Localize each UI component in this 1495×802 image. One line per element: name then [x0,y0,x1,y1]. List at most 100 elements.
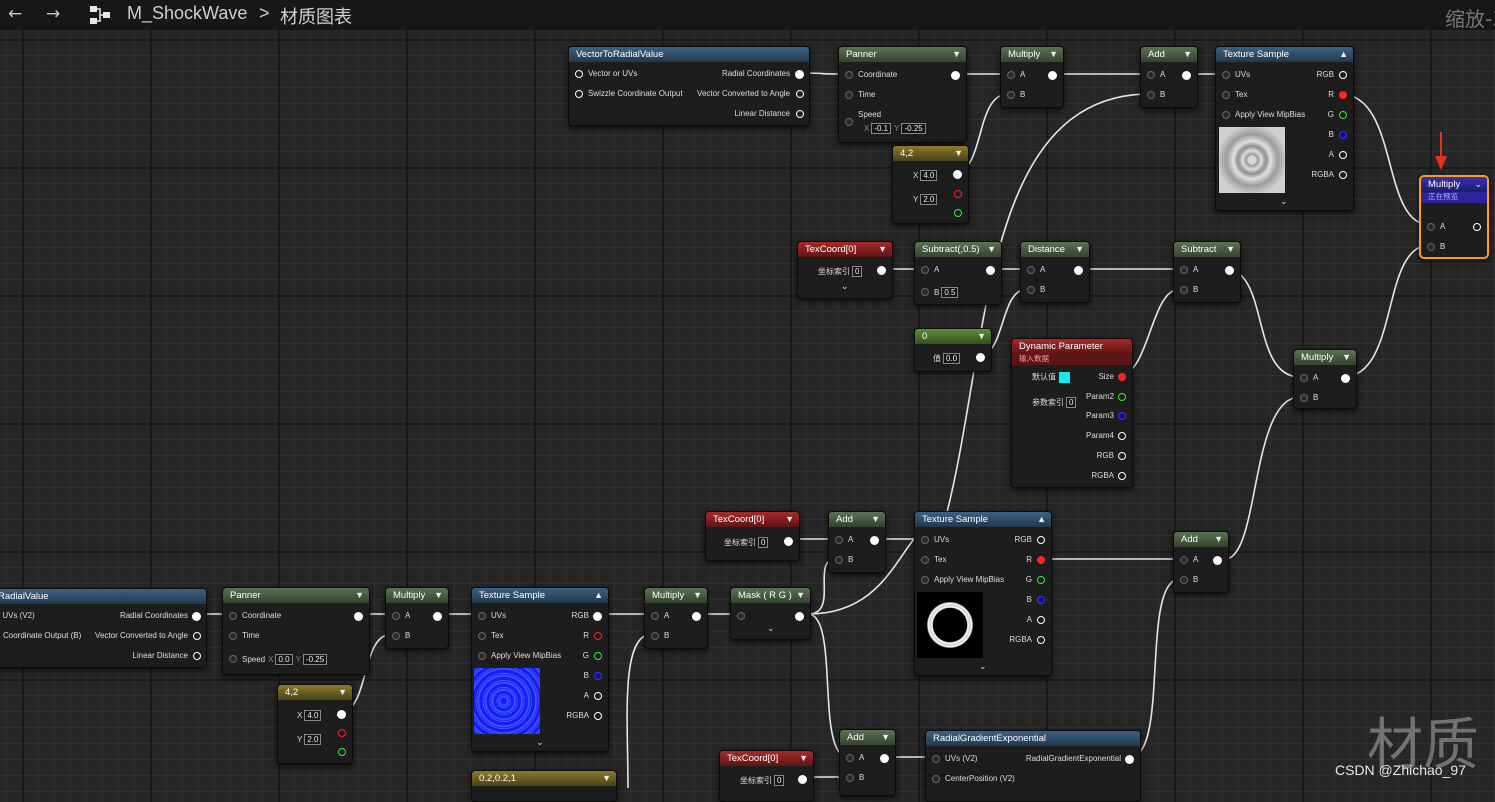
chevron-down-icon[interactable]: ▼ [954,146,963,161]
input-pin-a[interactable] [1027,266,1035,274]
node-texcoord-low[interactable]: TexCoord[0] ▼ 坐标索引 0 [705,511,800,561]
input-pin[interactable] [921,536,929,544]
node-add-low[interactable]: Add ▼ A B [828,511,886,573]
input-pin[interactable] [478,632,486,640]
output-pin[interactable] [784,537,793,546]
output-pin-g[interactable] [338,748,346,756]
input-pin-a[interactable] [1147,71,1155,79]
output-pin[interactable] [192,612,201,621]
input-pin[interactable] [932,775,940,783]
y-field[interactable]: 2.0 [920,194,938,205]
output-pin[interactable] [796,90,804,98]
value-field[interactable]: 0.0 [943,353,961,364]
output-pin[interactable] [193,652,201,660]
breadcrumb-graph[interactable]: 材质图表 [280,3,352,29]
color-swatch[interactable] [1059,372,1070,383]
output-pin[interactable] [1048,71,1057,80]
index-field[interactable]: 0 [758,537,769,548]
input-pin[interactable] [845,91,853,99]
chevron-down-icon[interactable]: ▼ [1183,47,1192,62]
output-pin[interactable] [953,170,962,179]
index-field[interactable]: 0 [774,775,785,786]
output-pin-r[interactable] [338,729,346,737]
output-pin[interactable] [1037,576,1045,584]
chevron-down-icon[interactable]: ▼ [1049,47,1058,62]
input-pin[interactable] [478,612,486,620]
input-pin-b[interactable] [392,632,400,640]
node-panner-top[interactable]: Panner ▼ Coordinate Time Speed X -0.1 Y -0.2… [838,46,967,143]
x-field[interactable]: 4.0 [920,170,938,181]
output-pin[interactable] [193,632,201,640]
chevron-up-icon[interactable]: ▲ [1339,47,1348,62]
node-panner-low[interactable]: Panner ▼ Coordinate Time Speed X 0.0 Y -0.25 [222,587,370,675]
forward-arrow-icon[interactable]: → [46,4,60,24]
output-pin[interactable] [1118,432,1126,440]
input-pin-a[interactable] [1180,266,1188,274]
output-pin-g[interactable] [954,209,962,217]
output-pin[interactable] [1339,91,1347,99]
input-pin[interactable] [229,655,237,663]
input-pin-a[interactable] [1427,223,1435,231]
output-pin[interactable] [594,712,602,720]
output-pin[interactable] [795,70,804,79]
input-pin[interactable] [921,576,929,584]
input-pin-b[interactable] [835,556,843,564]
output-pin[interactable] [798,775,807,784]
output-pin[interactable] [1118,393,1126,401]
node-texture-sample-low[interactable]: Texture Sample ▲ UVs Tex Apply View MipBi… [471,587,609,752]
back-arrow-icon[interactable]: ← [8,4,22,24]
node-multiply-low[interactable]: Multiply ▼ A B [385,587,449,649]
output-pin[interactable] [1037,556,1045,564]
input-pin-a[interactable] [651,612,659,620]
output-pin[interactable] [1341,374,1350,383]
input-pin-b[interactable] [1427,243,1435,251]
x-field[interactable]: 4.0 [304,710,322,721]
input-pin[interactable] [1222,111,1230,119]
input-pin-b[interactable] [1007,91,1015,99]
output-pin[interactable] [976,353,985,362]
output-pin[interactable] [1213,556,1222,565]
node-multiply-top[interactable]: Multiply ▼ A B [1000,46,1064,108]
input-pin-b[interactable] [1027,286,1035,294]
output-pin[interactable] [1074,266,1083,275]
output-pin[interactable] [1182,71,1191,80]
chevron-down-icon[interactable]: ⌄ [767,624,775,634]
breadcrumb-asset[interactable]: M_ShockWave [127,3,247,24]
node-constant-4-2-low[interactable]: 4,2 ▼ X 4.0 Y 2.0 [277,684,353,764]
output-pin[interactable] [594,652,602,660]
input-pin[interactable] [478,652,486,660]
input-pin-b[interactable] [846,774,854,782]
chevron-down-icon[interactable]: ▼ [355,588,364,603]
input-pin-b[interactable] [1300,394,1308,402]
node-constant-0-2-0-2-1[interactable]: 0.2,0.2,1 ▼ [471,770,617,802]
input-pin-a[interactable] [1180,556,1188,564]
node-constant-zero[interactable]: 0 ▼ 值 0.0 [914,328,992,372]
node-vector-to-radial-top[interactable]: VectorToRadialValue Vector or UVs Swizzl… [568,46,810,126]
output-pin[interactable] [986,266,995,275]
chevron-down-icon[interactable]: ⌄ [841,282,849,292]
node-multiply-mid[interactable]: Multiply ▼ A B [1293,349,1357,409]
node-dynamic-parameter[interactable]: Dynamic Parameter 输入数据 默认值 参数索引 0 Size Pa… [1011,338,1133,488]
output-pin[interactable] [337,710,346,719]
input-pin[interactable] [1222,91,1230,99]
output-pin[interactable] [951,71,960,80]
input-pin[interactable] [921,556,929,564]
input-pin-a[interactable] [846,754,854,762]
output-pin[interactable] [1339,71,1347,79]
output-pin[interactable] [1118,412,1126,420]
node-constant-4-2-top[interactable]: 4,2 ▼ X 4.0 Y 2.0 [892,145,969,224]
input-pin-b[interactable] [651,632,659,640]
input-pin-a[interactable] [1007,71,1015,79]
node-texcoord-bottom[interactable]: TexCoord[0] ▼ 坐标索引 0 [719,750,814,802]
b-field[interactable]: 0.5 [941,287,959,298]
output-pin[interactable] [594,692,602,700]
chevron-down-icon[interactable]: ⌄ [536,738,544,748]
chevron-up-icon[interactable]: ▲ [1037,512,1046,527]
output-pin[interactable] [880,754,889,763]
input-pin[interactable] [229,612,237,620]
node-subtract[interactable]: Subtract ▼ A B [1173,241,1241,303]
index-field[interactable]: 0 [852,266,863,277]
node-vector-to-radial-low[interactable]: RadialValue or UVs (V2) Coordinate Outpu… [0,588,207,668]
speed-y-field[interactable]: -0.25 [901,123,926,134]
node-add-top[interactable]: Add ▼ A B [1140,46,1198,108]
